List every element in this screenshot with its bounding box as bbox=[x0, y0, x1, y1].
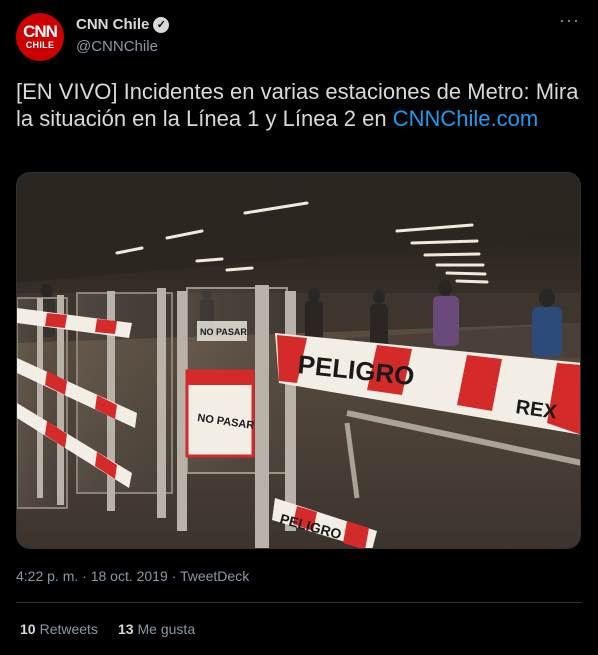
tweet-text: [EN VIVO] Incidentes en varias estacione… bbox=[16, 78, 581, 132]
likes-label: Me gusta bbox=[137, 621, 196, 637]
sign-text-small: NO PASAR bbox=[200, 327, 247, 337]
tweet-link[interactable]: CNNChile.com bbox=[393, 106, 538, 131]
author-name[interactable]: CNN Chile ✓ bbox=[76, 16, 170, 33]
tweet-stats: 10 Retweets 13 Me gusta bbox=[20, 621, 195, 637]
likes-count: 13 bbox=[117, 621, 134, 637]
more-options-icon[interactable]: ··· bbox=[559, 10, 580, 31]
metro-station-photo: PELIGRO REX NO PASAR NO PASAR PELIGRO bbox=[17, 173, 580, 548]
logo-text-bottom: CHILE bbox=[25, 40, 55, 50]
retweets-label: Retweets bbox=[39, 621, 98, 637]
avatar[interactable]: CNN CHILE bbox=[16, 13, 64, 61]
verified-badge-icon: ✓ bbox=[153, 16, 170, 33]
retweets-stat[interactable]: 10 Retweets bbox=[20, 621, 98, 637]
author-handle[interactable]: @CNNChile bbox=[76, 38, 158, 55]
tweet-media-photo[interactable]: PELIGRO REX NO PASAR NO PASAR PELIGRO bbox=[16, 172, 581, 549]
likes-stat[interactable]: 13 Me gusta bbox=[118, 621, 195, 637]
author-name-label: CNN Chile bbox=[76, 16, 150, 33]
divider-top bbox=[16, 602, 582, 603]
retweets-count: 10 bbox=[20, 621, 36, 637]
tweet-timestamp[interactable]: 4:22 p. m. · 18 oct. 2019 · TweetDeck bbox=[16, 568, 249, 584]
logo-text-top: CNN bbox=[23, 22, 58, 41]
